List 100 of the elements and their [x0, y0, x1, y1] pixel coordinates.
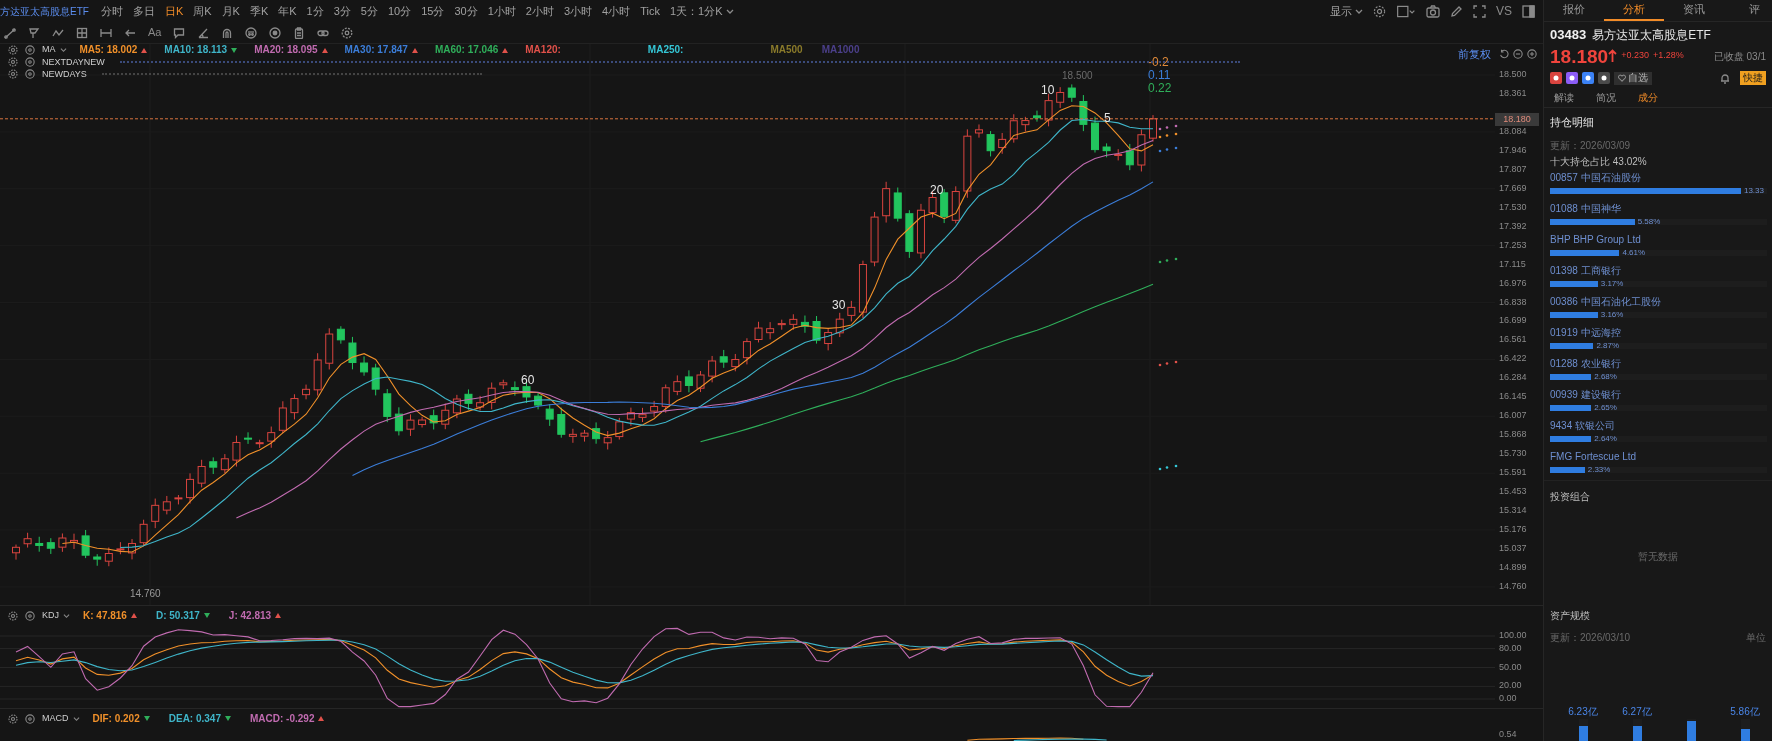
eye-icon[interactable] — [25, 610, 35, 621]
period-tab[interactable]: 1分 — [306, 2, 324, 20]
candlestick — [800, 315, 809, 334]
period-tab[interactable]: 15分 — [421, 2, 445, 20]
period-tab[interactable]: 3分 — [333, 2, 351, 20]
period-tab[interactable]: 周K — [193, 2, 212, 20]
indicator-name[interactable]: NEXTDAYNEW — [42, 57, 105, 67]
period-tab[interactable]: 30分 — [454, 2, 478, 20]
brush-icon[interactable] — [28, 26, 40, 39]
candlestick — [951, 185, 960, 224]
magnet-icon[interactable] — [221, 26, 234, 39]
period-tab[interactable]: 2小时 — [525, 2, 554, 20]
pencil-icon[interactable] — [1450, 4, 1463, 18]
grid-icon[interactable] — [76, 26, 88, 39]
indicator-dropdown[interactable]: KDJ — [42, 608, 70, 623]
comment-icon[interactable] — [173, 26, 186, 39]
period-tab[interactable]: 10分 — [388, 2, 412, 20]
trend-line-icon[interactable] — [4, 26, 16, 39]
panel-icon[interactable] — [1522, 4, 1535, 18]
instrument-title[interactable]: 方达亚太高股息ETF — [0, 3, 89, 19]
adjustment-button[interactable]: 前复权 — [1458, 46, 1491, 63]
period-tab[interactable]: 5分 — [360, 2, 378, 20]
legend-value: MACD: -0.292 — [250, 712, 315, 726]
candlestick — [128, 538, 136, 560]
candlestick — [905, 209, 914, 259]
panel-tab[interactable]: 报价 — [1544, 0, 1604, 21]
holding-name: 01398 工商银行 — [1550, 264, 1622, 278]
sub-tab[interactable]: 成分 — [1638, 90, 1658, 105]
period-tab[interactable]: 月K — [221, 2, 240, 20]
chart-annotation: 0.11 — [1148, 68, 1171, 82]
candlestick — [348, 336, 357, 370]
candlestick — [1033, 110, 1041, 123]
candlestick — [93, 553, 102, 567]
axis-label: 18.361 — [1499, 88, 1527, 98]
zoom-in-icon[interactable] — [1527, 49, 1537, 60]
axis-label: 15.453 — [1499, 487, 1527, 497]
interval-dropdown[interactable]: 1天：1分K — [670, 2, 734, 20]
panel-tab[interactable]: 评 — [1724, 0, 1772, 21]
candlestick — [302, 384, 311, 400]
period-tab[interactable]: 4小时 — [602, 2, 631, 20]
caret-icon — [72, 715, 80, 722]
candlestick — [151, 498, 160, 529]
period-tab[interactable]: 3小时 — [564, 2, 593, 20]
candlestick — [360, 355, 369, 377]
panel-tab[interactable]: 分析 — [1604, 0, 1664, 21]
camera-icon[interactable] — [1426, 4, 1440, 18]
square-dropdown-icon[interactable] — [1396, 4, 1416, 18]
chart-annotation: 30 — [832, 298, 846, 312]
panel-tab[interactable]: 资讯 — [1664, 0, 1724, 21]
period-tab[interactable]: 多日 — [132, 2, 155, 20]
period-tab[interactable]: Tick — [640, 2, 660, 20]
quick-trade-button[interactable]: 快捷 — [1740, 71, 1766, 85]
period-tab[interactable]: 1小时 — [487, 2, 516, 20]
settings-icon[interactable] — [1373, 4, 1386, 18]
candlestick — [615, 417, 624, 441]
period-tab[interactable]: 分时 — [100, 2, 123, 20]
candlestick — [1009, 113, 1018, 144]
clipboard-icon[interactable] — [293, 26, 306, 39]
axis-label: 14.899 — [1499, 562, 1527, 572]
sub-tab[interactable]: 解读 — [1554, 90, 1574, 105]
indicator-dropdown[interactable]: MA — [42, 43, 67, 57]
candlestick — [1056, 86, 1065, 109]
fullscreen-icon[interactable] — [1473, 4, 1486, 18]
candlestick — [754, 321, 763, 343]
bar-value-label: 6.23亿 — [1568, 707, 1598, 717]
eye-icon[interactable] — [25, 713, 35, 724]
settings-icon[interactable] — [341, 26, 354, 39]
candlestick — [545, 403, 554, 427]
candlestick — [1114, 148, 1123, 161]
settings-icon[interactable] — [8, 713, 18, 724]
axis-label: 100.00 — [1499, 631, 1527, 640]
candlestick — [313, 352, 322, 397]
settings-icon[interactable] — [8, 610, 18, 621]
period-tab[interactable]: 日K — [164, 2, 184, 20]
indicator-dropdown[interactable]: MACD — [42, 711, 80, 726]
watchlist-button[interactable]: 自选 — [1614, 71, 1652, 85]
target-icon[interactable] — [269, 26, 282, 39]
period-tab[interactable]: 年K — [278, 2, 297, 20]
stock-code: 03483 — [1550, 26, 1587, 45]
holding-percent: 3.16% — [1600, 311, 1624, 319]
text-tool[interactable]: Aa — [148, 24, 162, 41]
display-dropdown[interactable]: 显示 — [1330, 2, 1363, 20]
period-tab[interactable]: 季K — [249, 2, 269, 20]
axis-label: 14.760 — [1499, 581, 1527, 591]
sub-tab[interactable]: 简况 — [1596, 90, 1616, 105]
holding-percent: 3.17% — [1600, 280, 1624, 288]
compare-button[interactable]: VS — [1496, 2, 1512, 20]
candlestick — [418, 416, 427, 428]
candlestick — [35, 536, 44, 553]
chart-annotation: 20 — [930, 183, 944, 197]
candlestick — [684, 369, 693, 393]
candlestick — [626, 407, 635, 427]
indicator-name[interactable]: NEWDAYS — [42, 69, 87, 79]
legend-value: MA30: 17.847 — [344, 45, 408, 55]
zoom-out-icon[interactable] — [1513, 49, 1523, 60]
square-icon[interactable] — [1598, 72, 1610, 84]
range-icon[interactable] — [100, 26, 112, 39]
undo-icon[interactable] — [1499, 49, 1509, 60]
angle-icon[interactable] — [197, 26, 210, 39]
bell-icon[interactable] — [1720, 72, 1730, 84]
